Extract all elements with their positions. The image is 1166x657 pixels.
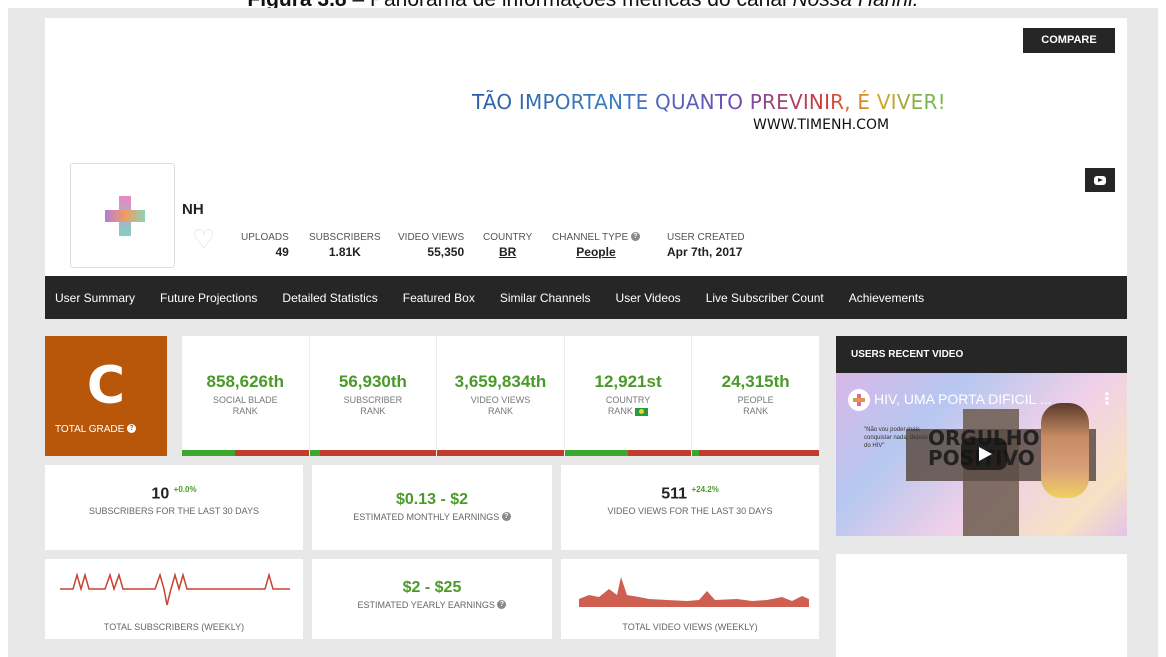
rank-row: 858,626th SOCIAL BLADE RANK 56,930th SUBS… xyxy=(182,336,819,456)
subscribers-weekly-card: TOTAL SUBSCRIBERS (WEEKLY) xyxy=(45,559,303,639)
channel-type-link[interactable]: People xyxy=(552,245,640,259)
video-title[interactable]: HIV, UMA PORTA DIFICIL ... xyxy=(874,391,1051,407)
rank-video-views: 3,659,834th VIDEO VIEWS RANK xyxy=(436,336,564,456)
rank-country: 12,921st COUNTRY RANK xyxy=(563,336,692,456)
help-icon[interactable]: ? xyxy=(630,232,640,241)
nav-detailed-statistics[interactable]: Detailed Statistics xyxy=(282,291,377,305)
rank-label: SOCIAL BLADE RANK xyxy=(212,395,278,416)
monthly-earnings-label: ESTIMATED MONTHLY EARNINGS ? xyxy=(312,512,552,522)
yearly-earnings-value: $2 - $25 xyxy=(402,579,462,596)
nav-live-subscriber-count[interactable]: Live Subscriber Count xyxy=(706,291,824,305)
rank-label: SUBSCRIBER RANK xyxy=(343,395,403,416)
favorite-heart-icon[interactable]: ♡ xyxy=(192,226,216,252)
views-weekly-label: TOTAL VIDEO VIEWS (WEEKLY) xyxy=(622,622,758,632)
rank-progress-bar xyxy=(692,450,819,456)
channel-avatar xyxy=(70,163,175,268)
subs-30d-value: 10 +0.0% xyxy=(151,485,197,503)
stat-label: UPLOADS xyxy=(241,232,289,243)
stat-value: 49 xyxy=(275,245,289,259)
rank-value: 56,930th xyxy=(338,372,407,391)
rank-subscriber: 56,930th SUBSCRIBER RANK xyxy=(308,336,437,456)
recent-video-panel-title: USERS RECENT VIDEO xyxy=(836,336,1127,373)
video-views-weekly-card: TOTAL VIDEO VIEWS (WEEKLY) xyxy=(561,559,819,639)
compare-button[interactable]: COMPARE xyxy=(1023,28,1115,53)
yearly-earnings-label: ESTIMATED YEARLY EARNINGS ? xyxy=(312,600,552,610)
channel-nav: User Summary Future Projections Detailed… xyxy=(45,276,1127,319)
thumbnail-quote: "Não vou poder mais conquistar nada, dep… xyxy=(864,427,928,449)
rank-progress-bar xyxy=(309,450,437,456)
stat-user-created: USER CREATED Apr 7th, 2017 xyxy=(667,232,745,259)
stat-label: CHANNEL TYPE ? xyxy=(552,232,640,243)
play-button-icon[interactable] xyxy=(961,438,1007,470)
stat-country: COUNTRY BR xyxy=(483,232,532,259)
stat-value: 1.81K xyxy=(328,245,361,259)
nav-user-summary[interactable]: User Summary xyxy=(55,291,135,305)
channel-plus-icon xyxy=(848,389,870,411)
total-grade-card: C TOTAL GRADE ? xyxy=(45,336,167,456)
rank-progress-bar xyxy=(182,450,309,456)
rank-progress-bar xyxy=(437,450,564,456)
monthly-earnings-value: $0.13 - $2 xyxy=(395,491,469,508)
rank-value: 858,626th xyxy=(206,372,285,391)
subs-weekly-label: TOTAL SUBSCRIBERS (WEEKLY) xyxy=(103,622,245,632)
help-icon[interactable]: ? xyxy=(127,424,137,433)
video-thumbnail[interactable]: "Não vou poder mais conquistar nada, dep… xyxy=(836,373,1127,536)
help-icon[interactable]: ? xyxy=(497,600,507,609)
banner-url: WWW.TIMENH.COM xyxy=(753,117,890,133)
stat-video-views: VIDEO VIEWS 55,350 xyxy=(398,232,464,259)
nav-user-videos[interactable]: User Videos xyxy=(616,291,681,305)
rank-label: COUNTRY RANK xyxy=(605,395,651,416)
subs-30d-label: SUBSCRIBERS FOR THE LAST 30 DAYS xyxy=(88,506,260,517)
stat-value: 55,350 xyxy=(427,245,465,259)
grade-letter: C xyxy=(86,356,126,416)
video-views-weekly-sparkline xyxy=(579,577,809,607)
stat-subscribers: SUBSCRIBERS 1.81K xyxy=(309,232,381,259)
banner-slogan: TÃO IMPORTANTE QUANTO PREVINIR, É VIVER! xyxy=(472,90,946,114)
channel-header: COMPARE TÃO IMPORTANTE QUANTO PREVINIR, … xyxy=(45,18,1127,276)
rank-value: 3,659,834th xyxy=(454,372,547,391)
sidebar-empty-card xyxy=(836,554,1127,657)
stat-label: COUNTRY xyxy=(483,232,533,243)
views-30d-label: VIDEO VIEWS FOR THE LAST 30 DAYS xyxy=(607,506,773,517)
rank-label: VIDEO VIEWS RANK xyxy=(470,395,531,416)
youtube-icon xyxy=(1094,175,1106,185)
channel-name: NH xyxy=(182,201,204,218)
rank-people: 24,315th PEOPLE RANK xyxy=(691,336,819,456)
nav-featured-box[interactable]: Featured Box xyxy=(403,291,475,305)
nav-similar-channels[interactable]: Similar Channels xyxy=(500,291,591,305)
rank-label: PEOPLE RANK xyxy=(737,395,774,416)
stat-label: VIDEO VIEWS xyxy=(398,232,465,243)
nav-achievements[interactable]: Achievements xyxy=(849,291,924,305)
video-views-30-days-card: 511 +24.2% VIDEO VIEWS FOR THE LAST 30 D… xyxy=(561,465,819,550)
stat-uploads: UPLOADS 49 xyxy=(241,232,289,259)
country-link[interactable]: BR xyxy=(483,245,532,259)
rank-social-blade: 858,626th SOCIAL BLADE RANK xyxy=(182,336,309,456)
rank-value: 12,921st xyxy=(594,372,662,391)
grade-label: TOTAL GRADE ? xyxy=(55,424,137,435)
socialblade-page: COMPARE TÃO IMPORTANTE QUANTO PREVINIR, … xyxy=(8,8,1158,657)
brazil-flag-icon xyxy=(635,407,649,416)
rank-value: 24,315th xyxy=(721,372,790,391)
rank-progress-bar xyxy=(564,450,692,456)
help-icon[interactable]: ? xyxy=(501,512,511,521)
monthly-earnings-card: $0.13 - $2 ESTIMATED MONTHLY EARNINGS ? xyxy=(312,465,552,550)
stat-value: Apr 7th, 2017 xyxy=(667,245,743,259)
nav-future-projections[interactable]: Future Projections xyxy=(160,291,257,305)
youtube-link-button[interactable] xyxy=(1085,168,1115,192)
stat-label: SUBSCRIBERS xyxy=(309,232,381,243)
subscribers-30-days-card: 10 +0.0% SUBSCRIBERS FOR THE LAST 30 DAY… xyxy=(45,465,303,550)
views-30d-value: 511 +24.2% xyxy=(661,485,719,503)
more-options-icon[interactable]: ⋮ xyxy=(1099,389,1115,409)
plus-logo-icon xyxy=(105,196,145,236)
stat-label: USER CREATED xyxy=(667,232,745,243)
thumbnail-person-image xyxy=(1041,403,1089,498)
recent-video-panel: USERS RECENT VIDEO "Não vou poder mais c… xyxy=(836,336,1127,536)
subscribers-weekly-sparkline xyxy=(60,572,290,606)
stat-channel-type: CHANNEL TYPE ? People xyxy=(552,232,640,259)
yearly-earnings-card: $2 - $25 ESTIMATED YEARLY EARNINGS ? xyxy=(312,559,552,639)
